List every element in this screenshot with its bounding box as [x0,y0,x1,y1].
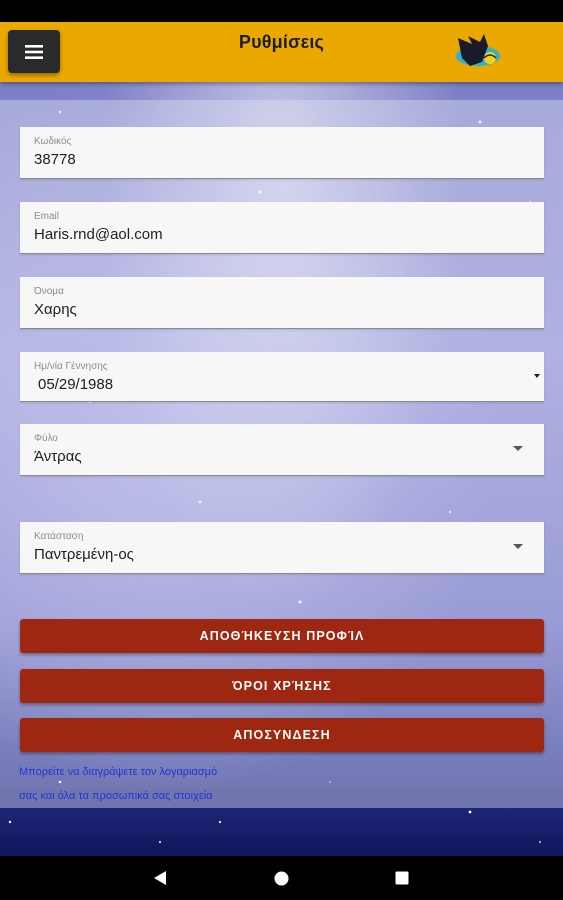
name-label: Όνομα [34,286,64,297]
birthdate-field[interactable]: Ημ/νία Γέννησης 05/29/1988 [20,352,544,402]
gender-value[interactable]: Άντρας [34,448,82,465]
terms-button[interactable]: ΌΡΟΙ ΧΡΉΣΗΣ [20,669,544,703]
caret-down-icon[interactable] [534,374,540,378]
gender-select[interactable]: Φύλο Άντρας [20,424,544,476]
logout-button[interactable]: ΑΠΟΣΥΝΔΕΣΗ [20,718,544,752]
navigation-bar [0,856,563,900]
back-icon[interactable] [153,870,167,886]
delete-account-link-line2[interactable]: σας και όλα τα προσωπικά σας στοιχεία [19,790,213,802]
name-field[interactable]: Όνομα Χαρης [20,277,544,329]
birthdate-label: Ημ/νία Γέννησης [34,361,108,372]
save-profile-button[interactable]: ΑΠΟΘΉΚΕΥΣΗ ΠΡΟΦΊΛ [20,619,544,653]
code-value[interactable]: 38778 [34,151,76,168]
email-field[interactable]: Email Haris.rnd@aol.com [20,202,544,254]
status-select[interactable]: Κατάσταση Παντρεμένη-ος [20,522,544,574]
status-label: Κατάσταση [34,531,84,542]
email-label: Email [34,211,60,222]
recents-icon[interactable] [395,871,409,885]
code-field[interactable]: Κωδικός 38778 [20,127,544,179]
gender-label: Φύλο [34,433,58,444]
caret-down-icon[interactable] [513,544,523,549]
code-label: Κωδικός [34,136,72,147]
email-value[interactable]: Haris.rnd@aol.com [34,226,163,243]
status-bar [0,0,563,22]
birthdate-value[interactable]: 05/29/1988 [38,376,113,393]
app-bar: Ρυθμίσεις [0,22,563,82]
delete-account-link-line1[interactable]: Μπορείτε να διαγράψετε τον λογαριασμό [19,766,217,778]
status-value[interactable]: Παντρεμένη-ος [34,546,134,563]
name-value[interactable]: Χαρης [34,301,77,318]
app-logo-icon [456,34,500,66]
caret-down-icon[interactable] [513,446,523,451]
home-icon[interactable] [274,871,289,886]
